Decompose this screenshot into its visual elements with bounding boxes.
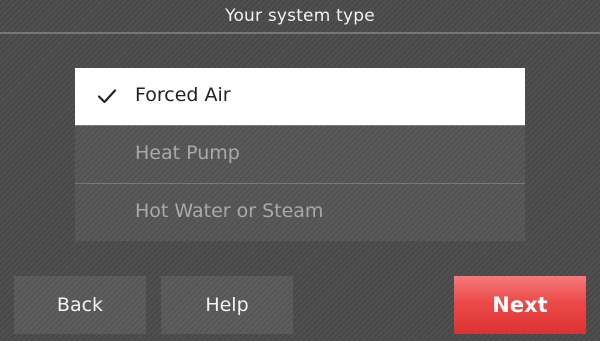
- next-button[interactable]: Next: [454, 276, 586, 334]
- option-label: Hot Water or Steam: [135, 200, 324, 222]
- option-hot-water-or-steam[interactable]: Hot Water or Steam: [75, 184, 525, 241]
- option-label: Forced Air: [135, 84, 231, 106]
- check-icon: [97, 89, 117, 104]
- header-bar: Your system type: [0, 0, 600, 34]
- option-heat-pump[interactable]: Heat Pump: [75, 126, 525, 183]
- system-type-list: Forced Air Heat Pump Hot Water or Steam: [75, 68, 525, 241]
- header-divider: [0, 32, 600, 34]
- back-button[interactable]: Back: [14, 276, 146, 334]
- help-button[interactable]: Help: [161, 276, 293, 334]
- page-title: Your system type: [225, 6, 375, 26]
- option-label: Heat Pump: [135, 142, 240, 164]
- option-forced-air[interactable]: Forced Air: [75, 68, 525, 125]
